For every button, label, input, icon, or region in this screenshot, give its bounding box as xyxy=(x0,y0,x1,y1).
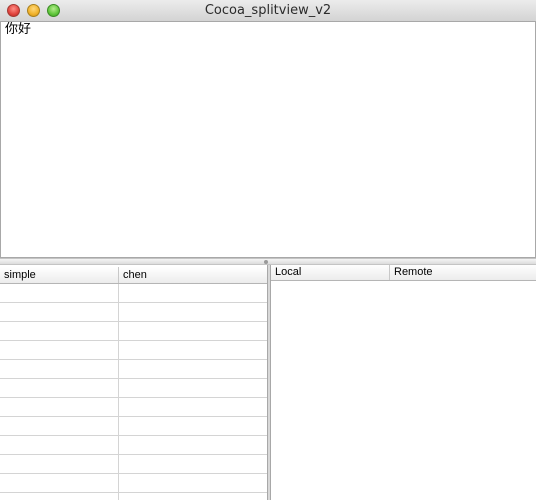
table-cell-simple[interactable] xyxy=(0,303,119,321)
table-row[interactable] xyxy=(0,436,267,455)
table-cell-simple[interactable] xyxy=(0,417,119,435)
table-cell-chen[interactable] xyxy=(119,474,267,492)
table-row[interactable] xyxy=(0,493,267,500)
table-cell-simple[interactable] xyxy=(0,284,119,302)
column-header-local[interactable]: Local xyxy=(271,265,390,280)
column-header-simple[interactable]: simple xyxy=(0,267,119,283)
table-row[interactable] xyxy=(0,474,267,493)
table-cell-simple[interactable] xyxy=(0,474,119,492)
left-table-view[interactable]: simple chen xyxy=(0,265,268,500)
table-row[interactable] xyxy=(0,398,267,417)
table-cell-chen[interactable] xyxy=(119,417,267,435)
app-window: Cocoa_splitview_v2 你好 simple chen Local … xyxy=(0,0,536,500)
column-header-remote[interactable]: Remote xyxy=(390,265,536,280)
table-cell-chen[interactable] xyxy=(119,436,267,454)
divider-grip-icon xyxy=(264,260,268,264)
table-cell-simple[interactable] xyxy=(0,398,119,416)
table-cell-chen[interactable] xyxy=(119,322,267,340)
column-header-chen[interactable]: chen xyxy=(119,267,267,283)
title-bar[interactable]: Cocoa_splitview_v2 xyxy=(0,0,536,22)
table-cell-simple[interactable] xyxy=(0,341,119,359)
table-row[interactable] xyxy=(0,303,267,322)
table-row[interactable] xyxy=(0,379,267,398)
table-row[interactable] xyxy=(0,360,267,379)
right-table-header: Local Remote xyxy=(271,265,536,281)
window-title: Cocoa_splitview_v2 xyxy=(204,3,332,18)
text-view[interactable]: 你好 xyxy=(0,22,536,258)
left-table-header: simple chen xyxy=(0,267,267,284)
left-table-rows xyxy=(0,284,267,500)
table-cell-simple[interactable] xyxy=(0,360,119,378)
table-cell-chen[interactable] xyxy=(119,284,267,302)
table-cell-simple[interactable] xyxy=(0,436,119,454)
table-cell-chen[interactable] xyxy=(119,303,267,321)
table-cell-chen[interactable] xyxy=(119,360,267,378)
table-cell-chen[interactable] xyxy=(119,398,267,416)
table-cell-simple[interactable] xyxy=(0,379,119,397)
table-row[interactable] xyxy=(0,455,267,474)
right-table-view[interactable]: Local Remote xyxy=(271,265,536,500)
horizontal-split-divider[interactable] xyxy=(0,258,536,265)
table-cell-simple[interactable] xyxy=(0,493,119,500)
table-row[interactable] xyxy=(0,417,267,436)
table-cell-chen[interactable] xyxy=(119,493,267,500)
table-row[interactable] xyxy=(0,341,267,360)
table-cell-chen[interactable] xyxy=(119,341,267,359)
table-row[interactable] xyxy=(0,284,267,303)
table-cell-simple[interactable] xyxy=(0,322,119,340)
table-cell-chen[interactable] xyxy=(119,455,267,473)
table-row[interactable] xyxy=(0,322,267,341)
table-cell-chen[interactable] xyxy=(119,379,267,397)
table-cell-simple[interactable] xyxy=(0,455,119,473)
text-view-content: 你好 xyxy=(5,22,32,37)
